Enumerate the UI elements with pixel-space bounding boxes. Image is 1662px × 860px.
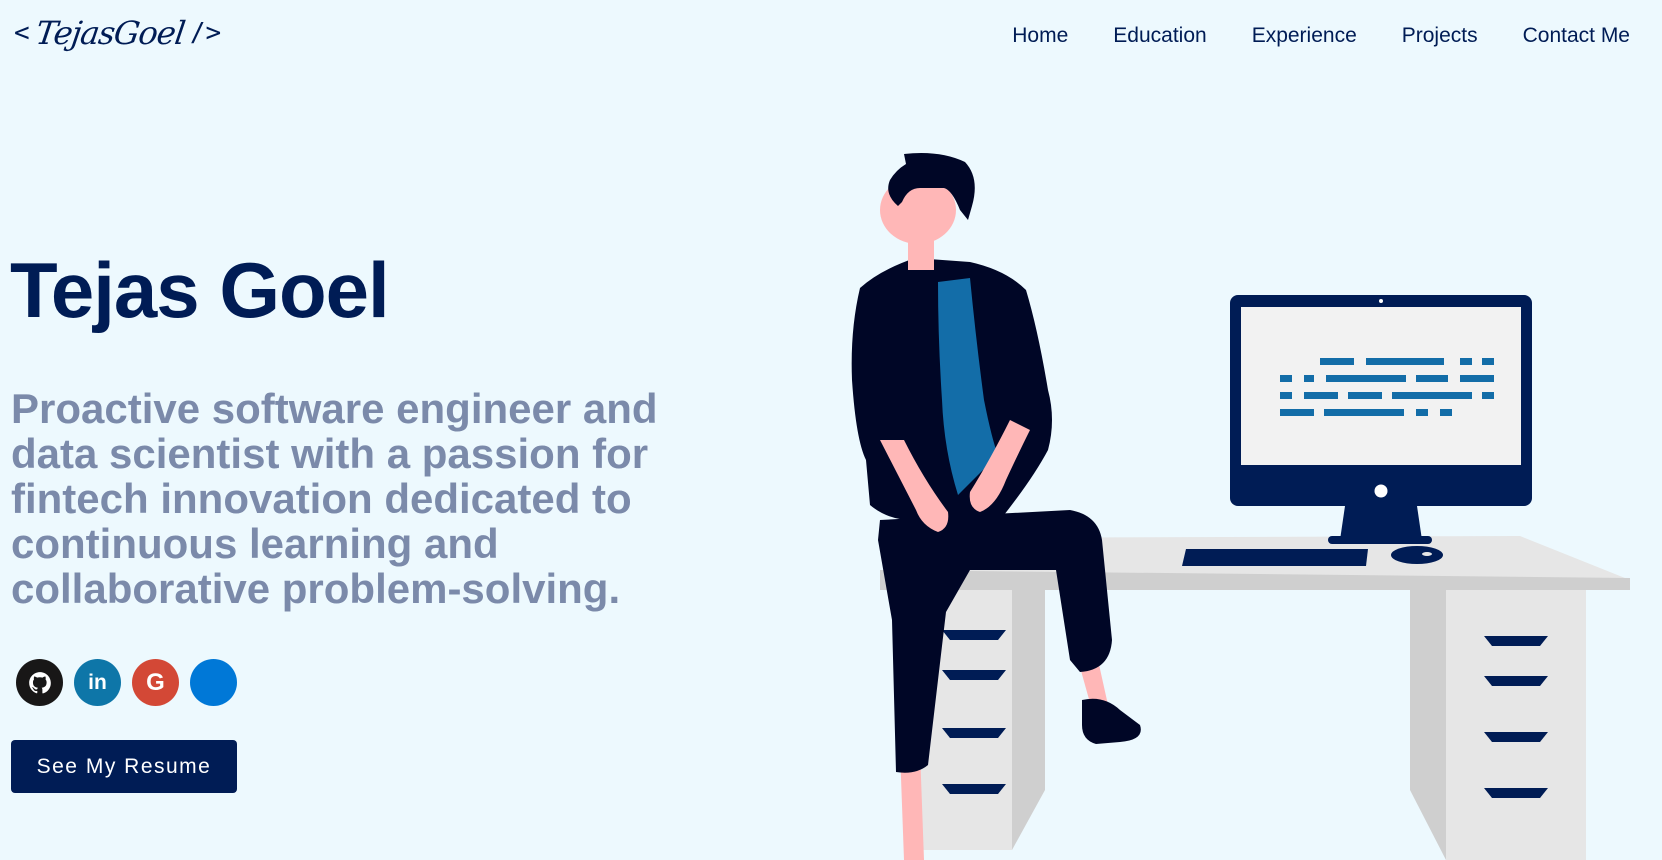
drawer-handle [1484, 788, 1548, 798]
logo-close-bracket: /> [189, 18, 222, 48]
developer-desk-illustration [851, 153, 1630, 860]
github-icon[interactable] [16, 659, 63, 706]
linkedin-icon[interactable]: in [74, 659, 121, 706]
see-my-resume-button[interactable]: See My Resume [11, 740, 237, 793]
google-label: G [146, 668, 165, 696]
right-cabinet-side [1410, 590, 1446, 860]
main-nav: Home Education Experience Projects Conta… [1012, 24, 1630, 48]
monitor-screen [1241, 307, 1521, 465]
person-neck [908, 230, 934, 270]
nav-home[interactable]: Home [1012, 24, 1068, 48]
keyboard [1182, 549, 1368, 566]
logo-open-bracket: < [14, 18, 30, 48]
webcam [1379, 299, 1383, 303]
nav-contact-me[interactable]: Contact Me [1523, 24, 1630, 48]
monitor-base [1328, 536, 1432, 544]
right-cabinet [1446, 590, 1586, 860]
social-links: in G [16, 659, 237, 706]
logo[interactable]: < TejasGoel /> [14, 14, 221, 52]
github-logo [28, 671, 51, 693]
person-shoe [1082, 698, 1141, 744]
nav-education[interactable]: Education [1113, 24, 1206, 48]
drawer-handle [942, 630, 1006, 640]
blank-icon[interactable] [190, 659, 237, 706]
linkedin-label: in [88, 670, 107, 694]
drawer-handle [942, 728, 1006, 738]
drawer-handle [1484, 636, 1548, 646]
drawer-handle [1484, 732, 1548, 742]
logo-signature: TejasGoel [32, 14, 187, 52]
hero-name: Tejas Goel [10, 246, 390, 334]
left-cabinet-side [1012, 590, 1045, 850]
google-icon[interactable]: G [132, 659, 179, 706]
nav-projects[interactable]: Projects [1402, 24, 1478, 48]
mouse [1391, 546, 1443, 564]
monitor-power [1374, 484, 1388, 498]
drawer-handle [942, 784, 1006, 794]
hero-subtitle: Proactive software engineer and data sci… [11, 385, 658, 612]
monitor-stand [1340, 506, 1422, 540]
site-header: < TejasGoel /> Home Education Experience… [0, 0, 1662, 80]
drawer-handle [942, 670, 1006, 680]
drawer-handle [1484, 676, 1548, 686]
nav-experience[interactable]: Experience [1252, 24, 1357, 48]
